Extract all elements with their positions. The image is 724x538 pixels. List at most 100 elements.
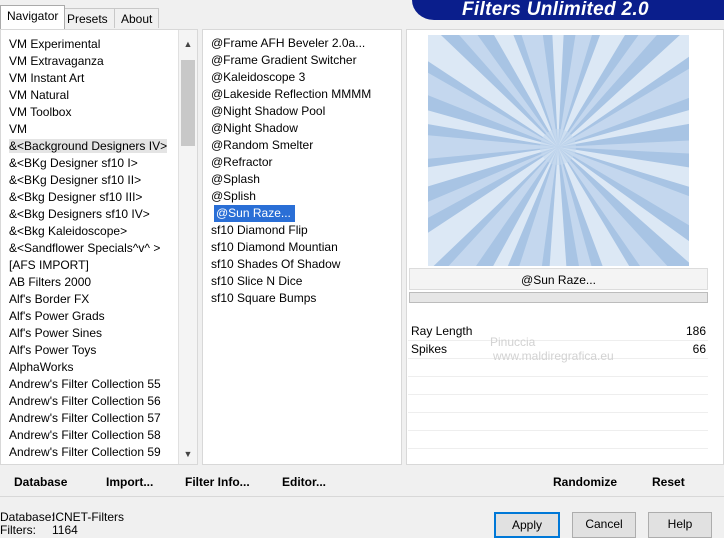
category-item[interactable]: AB Filters 2000 xyxy=(1,274,197,291)
category-item[interactable]: VM xyxy=(1,121,197,138)
filter-item[interactable]: @Night Shadow Pool xyxy=(203,103,401,120)
category-item-label: &<BKg Designer sf10 II> xyxy=(9,173,142,187)
cancel-button[interactable]: Cancel xyxy=(572,512,636,538)
param-empty-row xyxy=(408,377,708,395)
scroll-down-icon[interactable]: ▼ xyxy=(179,446,197,462)
category-item[interactable]: &<Bkg Designer sf10 III> xyxy=(1,189,197,206)
category-item[interactable]: VM Extravaganza xyxy=(1,53,197,70)
filter-item-label: @Kaleidoscope 3 xyxy=(211,70,306,84)
category-item[interactable]: &<Bkg Designers sf10 IV> xyxy=(1,206,197,223)
category-item-label: AB Filters 2000 xyxy=(9,275,92,289)
apply-button[interactable]: Apply xyxy=(494,512,560,538)
category-list[interactable]: VM Experimental VM Extravaganza VM Instant… xyxy=(1,30,197,464)
tab-about[interactable]: About xyxy=(114,8,160,28)
filter-list[interactable]: @Frame AFH Beveler 2.0a... @Frame Gradien… xyxy=(203,30,401,464)
filter-item-label: @Splash xyxy=(211,172,260,186)
filter-item-label: sf10 Diamond Mountian xyxy=(211,240,338,254)
category-item-label: Andrew's Filter Collection 57 xyxy=(9,411,161,425)
filter-item[interactable]: @Frame Gradient Switcher xyxy=(203,52,401,69)
category-item-label: [AFS IMPORT] xyxy=(9,258,89,272)
category-item-label: &<BKg Designer sf10 I> xyxy=(9,156,138,170)
category-item-label: Andrew's Filter Collection 59 xyxy=(9,445,161,459)
category-item-label: Andrew's Filter Collection 58 xyxy=(9,428,161,442)
category-item[interactable]: &<Background Designers IV> xyxy=(1,138,197,155)
status-filters: Filters: 1164 xyxy=(0,523,78,537)
scroll-thumb[interactable] xyxy=(181,60,195,146)
category-scrollbar[interactable]: ▲ ▼ xyxy=(178,30,197,464)
category-item-label: VM Experimental xyxy=(9,37,101,51)
category-item[interactable]: Andrew's Filter Collection 56 xyxy=(1,393,197,410)
watermark-name: Pinuccia xyxy=(490,335,536,349)
reset-button[interactable]: Reset xyxy=(652,475,685,489)
filter-item[interactable]: sf10 Diamond Flip xyxy=(203,222,401,239)
filter-item-label: @Frame Gradient Switcher xyxy=(211,53,357,67)
category-item[interactable]: [AFS IMPORT] xyxy=(1,257,197,274)
filter-item[interactable]: @Splish xyxy=(203,188,401,205)
tab-navigator[interactable]: Navigator xyxy=(0,5,66,29)
watermark: Pinuccia www.maldiregrafica.eu xyxy=(455,335,614,363)
category-item[interactable]: Andrew's Filter Collection 55 xyxy=(1,376,197,393)
category-item[interactable]: &<BKg Designer sf10 I> xyxy=(1,155,197,172)
category-item[interactable]: VM Natural xyxy=(1,87,197,104)
filter-item[interactable]: sf10 Slice N Dice xyxy=(203,273,401,290)
filter-item[interactable]: sf10 Square Bumps xyxy=(203,290,401,307)
help-button[interactable]: Help xyxy=(648,512,712,538)
category-item-label: Alf's Power Sines xyxy=(9,326,102,340)
category-item[interactable]: Alf's Power Grads xyxy=(1,308,197,325)
category-item-label: VM Natural xyxy=(9,88,70,102)
category-item-label: Andrew's Filter Collection 56 xyxy=(9,394,161,408)
category-item[interactable]: Alf's Border FX xyxy=(1,291,197,308)
filter-item-label: @Frame AFH Beveler 2.0a... xyxy=(211,36,366,50)
database-button[interactable]: Database xyxy=(14,475,67,489)
filter-item-label: @Night Shadow xyxy=(211,121,298,135)
title-banner: Filters Unlimited 2.0 xyxy=(412,0,724,20)
filter-item[interactable]: @Night Shadow xyxy=(203,120,401,137)
divider xyxy=(0,496,724,497)
filter-info-button[interactable]: Filter Info... xyxy=(185,475,250,489)
category-item[interactable]: AlphaWorks xyxy=(1,359,197,376)
filter-item[interactable]: @Sun Raze... xyxy=(203,205,401,222)
preview-center xyxy=(540,129,576,165)
editor-button[interactable]: Editor... xyxy=(282,475,326,489)
category-item[interactable]: Alf's Power Sines xyxy=(1,325,197,342)
filter-item-label: sf10 Diamond Flip xyxy=(211,223,308,237)
filter-item-label: @Random Smelter xyxy=(211,138,314,152)
filter-item[interactable]: @Lakeside Reflection MMMM xyxy=(203,86,401,103)
category-item[interactable]: VM Toolbox xyxy=(1,104,197,121)
tab-bar: Navigator Presets About xyxy=(0,0,400,29)
category-list-panel: VM Experimental VM Extravaganza VM Instant… xyxy=(0,29,198,465)
category-item-label: AlphaWorks xyxy=(9,360,74,374)
category-item-label: &<Background Designers IV> xyxy=(9,139,168,153)
category-item[interactable]: Andrew's Filter Collection 59 xyxy=(1,444,197,461)
category-item[interactable]: VM Instant Art xyxy=(1,70,197,87)
filter-item[interactable]: @Splash xyxy=(203,171,401,188)
scroll-up-icon[interactable]: ▲ xyxy=(179,36,197,52)
filter-item[interactable]: @Frame AFH Beveler 2.0a... xyxy=(203,35,401,52)
filter-item[interactable]: @Kaleidoscope 3 xyxy=(203,69,401,86)
selected-filter-name: @Sun Raze... xyxy=(409,268,708,290)
import-button[interactable]: Import... xyxy=(106,475,153,489)
filter-item[interactable]: @Random Smelter xyxy=(203,137,401,154)
filter-item[interactable]: sf10 Diamond Mountian xyxy=(203,239,401,256)
category-item[interactable]: &<Bkg Kaleidoscope> xyxy=(1,223,197,240)
category-item-label: VM Instant Art xyxy=(9,71,85,85)
filter-item[interactable]: sf10 Shades Of Shadow xyxy=(203,256,401,273)
category-item[interactable]: Alf's Power Toys xyxy=(1,342,197,359)
filter-item-label: sf10 Square Bumps xyxy=(211,291,317,305)
category-item[interactable]: Andrew's Filter Collection 58 xyxy=(1,427,197,444)
param-value[interactable]: 186 xyxy=(686,323,706,340)
category-item[interactable]: &<Sandflower Specials^v^ > xyxy=(1,240,197,257)
category-item-label: VM xyxy=(9,122,27,136)
category-item[interactable]: VM Experimental xyxy=(1,36,197,53)
category-item[interactable]: Andrew's Filter Collection 57 xyxy=(1,410,197,427)
randomize-button[interactable]: Randomize xyxy=(553,475,617,489)
param-value[interactable]: 66 xyxy=(693,341,706,358)
category-item[interactable]: &<BKg Designer sf10 II> xyxy=(1,172,197,189)
filter-item[interactable]: @Refractor xyxy=(203,154,401,171)
category-item-label: &<Bkg Kaleidoscope> xyxy=(9,224,128,238)
tab-presets[interactable]: Presets xyxy=(60,8,115,28)
status-database-value: ICNET-Filters xyxy=(52,510,124,524)
filter-item-label: sf10 Shades Of Shadow xyxy=(211,257,341,271)
filter-item-label: @Sun Raze... xyxy=(214,205,295,222)
category-item-label: &<Bkg Designers sf10 IV> xyxy=(9,207,150,221)
